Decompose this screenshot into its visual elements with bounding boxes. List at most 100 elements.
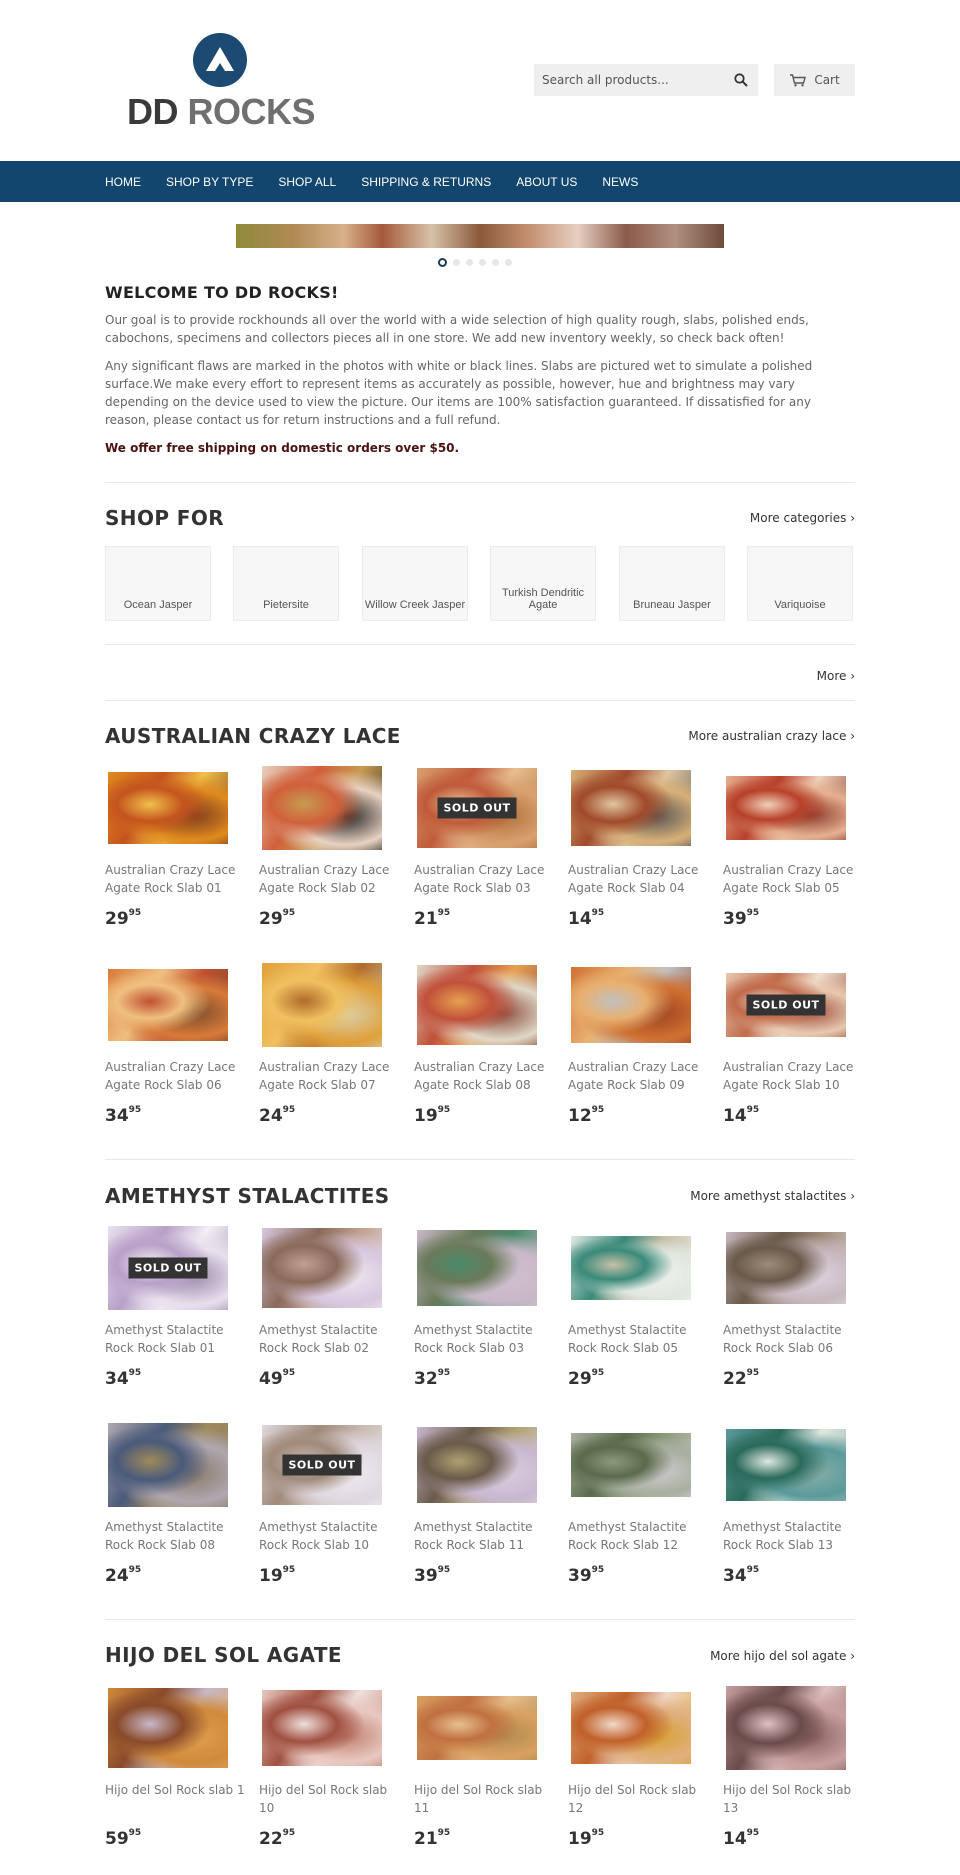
product-card[interactable]: Hijo del Sol Rock slab 12 1995: [568, 1683, 696, 1849]
product-name[interactable]: Amethyst Stalactite Rock Rock Slab 03: [414, 1321, 554, 1357]
product-name[interactable]: Hijo del Sol Rock slab 11: [414, 1781, 554, 1817]
product-card[interactable]: Australian Crazy Lace Agate Rock Slab 05…: [723, 763, 853, 929]
product-card[interactable]: Australian Crazy Lace Agate Rock Slab 04…: [568, 763, 698, 929]
product-image[interactable]: [568, 1420, 694, 1510]
product-image[interactable]: [105, 763, 231, 853]
nav-about-us[interactable]: ABOUT US: [516, 175, 577, 189]
product-card[interactable]: Australian Crazy Lace Agate Rock Slab 08…: [414, 960, 544, 1126]
category-variquoise[interactable]: Variquoise: [747, 546, 853, 621]
product-image[interactable]: [568, 960, 694, 1050]
product-image[interactable]: [259, 960, 385, 1050]
search-button[interactable]: [724, 64, 758, 96]
product-image[interactable]: [259, 763, 385, 853]
category-pietersite[interactable]: Pietersite: [233, 546, 339, 621]
product-card[interactable]: Amethyst Stalactite Rock Rock Slab 13 349…: [723, 1420, 849, 1586]
product-name[interactable]: Amethyst Stalactite Rock Rock Slab 06: [723, 1321, 863, 1357]
product-name[interactable]: Australian Crazy Lace Agate Rock Slab 06: [105, 1058, 245, 1094]
more-link[interactable]: More ›: [817, 669, 855, 683]
product-name[interactable]: Hijo del Sol Rock slab 10: [259, 1781, 399, 1817]
site-logo[interactable]: DD ROCKS: [127, 33, 316, 132]
more-hijo-del-sol-agate-link[interactable]: More hijo del sol agate ›: [710, 1649, 855, 1663]
product-image[interactable]: [105, 960, 231, 1050]
product-name[interactable]: Amethyst Stalactite Rock Rock Slab 11: [414, 1518, 554, 1554]
product-image[interactable]: SOLD OUT: [414, 763, 540, 853]
product-name[interactable]: Amethyst Stalactite Rock Rock Slab 02: [259, 1321, 399, 1357]
product-name[interactable]: Amethyst Stalactite Rock Rock Slab 13: [723, 1518, 863, 1554]
product-image[interactable]: [568, 763, 694, 853]
slide-dot-5[interactable]: [492, 258, 499, 266]
product-card[interactable]: Australian Crazy Lace Agate Rock Slab 01…: [105, 763, 235, 929]
product-image[interactable]: [414, 1223, 540, 1313]
product-name[interactable]: Amethyst Stalactite Rock Rock Slab 01: [105, 1321, 245, 1357]
product-card[interactable]: Hijo del Sol Rock slab 1 5995: [105, 1683, 245, 1849]
nav-shop-by-type[interactable]: SHOP BY TYPE: [166, 175, 253, 189]
product-image[interactable]: [259, 1223, 385, 1313]
product-image[interactable]: [259, 1683, 385, 1773]
product-image[interactable]: [414, 1683, 540, 1773]
product-card[interactable]: Amethyst Stalactite Rock Rock Slab 08 249…: [105, 1420, 231, 1586]
category-willow-creek-jasper[interactable]: Willow Creek Jasper: [362, 546, 468, 621]
product-image[interactable]: [723, 1420, 849, 1510]
product-name[interactable]: Hijo del Sol Rock slab 1: [105, 1781, 245, 1799]
product-name[interactable]: Australian Crazy Lace Agate Rock Slab 01: [105, 861, 245, 897]
product-card[interactable]: Amethyst Stalactite Rock Rock Slab 12 399…: [568, 1420, 694, 1586]
product-card[interactable]: SOLD OUT Amethyst Stalactite Rock Rock Sl…: [105, 1223, 231, 1389]
product-card[interactable]: Australian Crazy Lace Agate Rock Slab 07…: [259, 960, 389, 1126]
more-australian-crazy-lace-link[interactable]: More australian crazy lace ›: [688, 729, 855, 743]
product-card[interactable]: Australian Crazy Lace Agate Rock Slab 06…: [105, 960, 235, 1126]
product-card[interactable]: Hijo del Sol Rock slab 10 2295: [259, 1683, 387, 1849]
product-card[interactable]: SOLD OUT Amethyst Stalactite Rock Rock Sl…: [259, 1420, 385, 1586]
slide-dot-3[interactable]: [466, 258, 473, 266]
product-card[interactable]: Hijo del Sol Rock slab 13 1495: [723, 1683, 851, 1849]
product-card[interactable]: Amethyst Stalactite Rock Rock Slab 11 399…: [414, 1420, 540, 1586]
slide-dot-6[interactable]: [505, 258, 512, 266]
slide-dot-1[interactable]: [438, 257, 447, 267]
product-name[interactable]: Amethyst Stalactite Rock Rock Slab 05: [568, 1321, 708, 1357]
product-name[interactable]: Amethyst Stalactite Rock Rock Slab 12: [568, 1518, 708, 1554]
nav-shipping-returns[interactable]: SHIPPING & RETURNS: [361, 175, 491, 189]
product-name[interactable]: Amethyst Stalactite Rock Rock Slab 08: [105, 1518, 245, 1554]
product-name[interactable]: Hijo del Sol Rock slab 13: [723, 1781, 863, 1817]
product-name[interactable]: Australian Crazy Lace Agate Rock Slab 09: [568, 1058, 708, 1094]
product-image[interactable]: [723, 1683, 849, 1773]
product-card[interactable]: Amethyst Stalactite Rock Rock Slab 03 329…: [414, 1223, 540, 1389]
product-name[interactable]: Australian Crazy Lace Agate Rock Slab 03: [414, 861, 554, 897]
more-categories-link[interactable]: More categories ›: [750, 511, 855, 525]
product-card[interactable]: SOLD OUT Australian Crazy Lace Agate Rock…: [723, 960, 853, 1126]
category-bruneau-jasper[interactable]: Bruneau Jasper: [619, 546, 725, 621]
product-card[interactable]: Amethyst Stalactite Rock Rock Slab 05 299…: [568, 1223, 694, 1389]
product-image[interactable]: [568, 1223, 694, 1313]
cart-button[interactable]: Cart: [774, 64, 855, 96]
search-input[interactable]: [534, 64, 724, 96]
product-image[interactable]: [723, 1223, 849, 1313]
product-name[interactable]: Australian Crazy Lace Agate Rock Slab 10: [723, 1058, 863, 1094]
product-name[interactable]: Australian Crazy Lace Agate Rock Slab 04: [568, 861, 708, 897]
slide-dot-2[interactable]: [453, 258, 460, 266]
product-image[interactable]: [105, 1420, 231, 1510]
product-image[interactable]: [414, 1420, 540, 1510]
product-name[interactable]: Australian Crazy Lace Agate Rock Slab 07: [259, 1058, 399, 1094]
product-image[interactable]: [414, 960, 540, 1050]
product-card[interactable]: Hijo del Sol Rock slab 11 2195: [414, 1683, 542, 1849]
product-card[interactable]: SOLD OUT Australian Crazy Lace Agate Rock…: [414, 763, 544, 929]
hero-slide-image[interactable]: [236, 224, 724, 248]
nav-shop-all[interactable]: SHOP ALL: [278, 175, 336, 189]
product-name[interactable]: Amethyst Stalactite Rock Rock Slab 10: [259, 1518, 399, 1554]
nav-news[interactable]: NEWS: [602, 175, 638, 189]
product-image[interactable]: [105, 1683, 231, 1773]
category-turkish-dendritic-agate[interactable]: Turkish Dendritic Agate: [490, 546, 596, 621]
more-amethyst-stalactites-link[interactable]: More amethyst stalactites ›: [690, 1189, 855, 1203]
product-image[interactable]: SOLD OUT: [105, 1223, 231, 1313]
product-card[interactable]: Australian Crazy Lace Agate Rock Slab 09…: [568, 960, 698, 1126]
product-card[interactable]: Australian Crazy Lace Agate Rock Slab 02…: [259, 763, 389, 929]
product-name[interactable]: Hijo del Sol Rock slab 12: [568, 1781, 708, 1817]
product-image[interactable]: [568, 1683, 694, 1773]
slide-dot-4[interactable]: [479, 258, 486, 266]
product-image[interactable]: [723, 763, 849, 853]
nav-home[interactable]: HOME: [105, 175, 141, 189]
product-card[interactable]: Amethyst Stalactite Rock Rock Slab 06 229…: [723, 1223, 849, 1389]
product-name[interactable]: Australian Crazy Lace Agate Rock Slab 02: [259, 861, 399, 897]
product-name[interactable]: Australian Crazy Lace Agate Rock Slab 08: [414, 1058, 554, 1094]
product-name[interactable]: Australian Crazy Lace Agate Rock Slab 05: [723, 861, 863, 897]
product-card[interactable]: Amethyst Stalactite Rock Rock Slab 02 499…: [259, 1223, 385, 1389]
